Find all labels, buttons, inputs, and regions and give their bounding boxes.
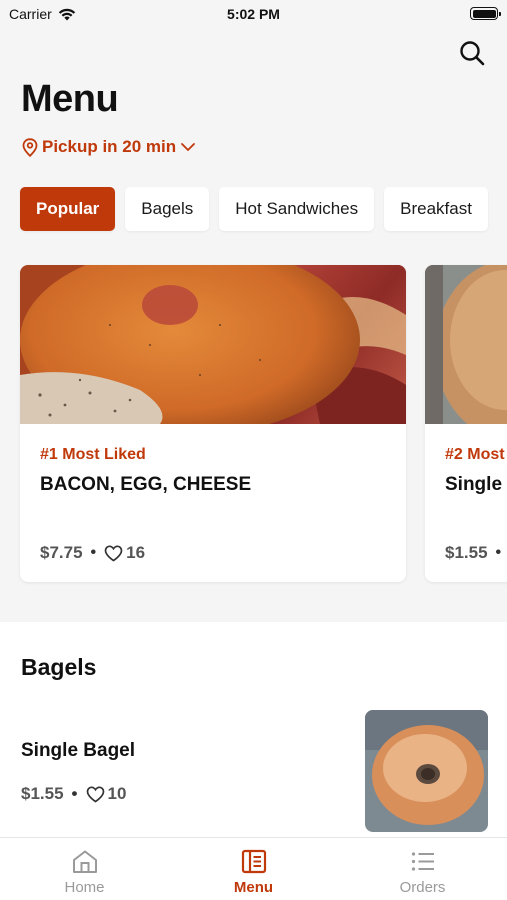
card-item-name: BACON, EGG, CHEESE bbox=[40, 474, 252, 495]
menu-icon bbox=[241, 849, 266, 874]
search-button[interactable] bbox=[457, 38, 487, 68]
card-rank-label: #2 Most Liked bbox=[445, 446, 507, 463]
category-chip-bagels[interactable]: Bagels bbox=[125, 187, 210, 231]
card-price: $1.55 bbox=[445, 543, 488, 562]
tab-home[interactable]: Home bbox=[0, 838, 169, 900]
page-title: Menu bbox=[21, 78, 119, 120]
category-tabs: Popular Bagels Hot Sandwiches Breakfast bbox=[20, 187, 488, 231]
tab-menu[interactable]: Menu bbox=[169, 838, 338, 900]
tab-orders[interactable]: Orders bbox=[338, 838, 507, 900]
status-time: 5:02 PM bbox=[227, 6, 280, 22]
separator-dot: • bbox=[71, 784, 78, 803]
menu-screen: Carrier 5:02 PM Menu Pickup in 20 min Po… bbox=[0, 0, 507, 900]
bacon-egg-cheese-photo bbox=[20, 265, 406, 424]
battery-icon bbox=[470, 7, 501, 20]
category-chip-breakfast[interactable]: Breakfast bbox=[384, 187, 488, 231]
list-icon bbox=[411, 852, 434, 871]
menu-item-name[interactable]: Single Bagel bbox=[21, 740, 135, 762]
tab-label: Orders bbox=[399, 879, 446, 896]
menu-item-thumbnail[interactable] bbox=[365, 710, 488, 832]
card-rank-label: #1 Most Liked bbox=[40, 446, 146, 463]
card-meta: $1.55 • 10 bbox=[445, 543, 507, 563]
category-chip-hot-sandwiches[interactable]: Hot Sandwiches bbox=[219, 187, 375, 231]
card-meta: $7.75 • 16 bbox=[40, 543, 145, 563]
menu-item-meta: $1.55 • 10 bbox=[21, 784, 126, 804]
card-price: $7.75 bbox=[40, 543, 83, 562]
likes-count: 16 bbox=[104, 543, 145, 563]
heart-icon bbox=[86, 785, 104, 803]
bottom-tab-bar: Home Menu Orders bbox=[0, 837, 507, 900]
pickup-label: Pickup in 20 min bbox=[42, 137, 177, 156]
category-chip-popular[interactable]: Popular bbox=[20, 187, 116, 231]
bagel-photo bbox=[365, 710, 488, 832]
search-icon bbox=[460, 41, 485, 66]
pickup-time-selector[interactable]: Pickup in 20 min bbox=[22, 137, 196, 157]
home-icon bbox=[72, 850, 97, 873]
tab-label: Menu bbox=[233, 879, 274, 896]
status-bar: Carrier 5:02 PM bbox=[0, 0, 507, 30]
menu-item-price: $1.55 bbox=[21, 784, 64, 803]
heart-icon bbox=[104, 544, 123, 562]
likes-value: 10 bbox=[107, 784, 127, 803]
separator-dot: • bbox=[495, 544, 502, 561]
featured-card[interactable]: #2 Most Liked Single Bagel $1.55 • 10 bbox=[425, 265, 507, 582]
location-pin-icon bbox=[22, 137, 38, 157]
separator-dot: • bbox=[90, 544, 97, 561]
chevron-down-icon bbox=[181, 143, 196, 151]
section-title: Bagels bbox=[21, 654, 97, 680]
featured-card[interactable]: #1 Most Liked BACON, EGG, CHEESE $7.75 •… bbox=[20, 265, 406, 582]
single-bagel-photo bbox=[425, 265, 507, 424]
card-item-name: Single Bagel bbox=[445, 474, 507, 495]
tab-label: Home bbox=[64, 879, 105, 896]
likes-value: 16 bbox=[126, 543, 146, 562]
likes-count: 10 bbox=[86, 784, 127, 804]
